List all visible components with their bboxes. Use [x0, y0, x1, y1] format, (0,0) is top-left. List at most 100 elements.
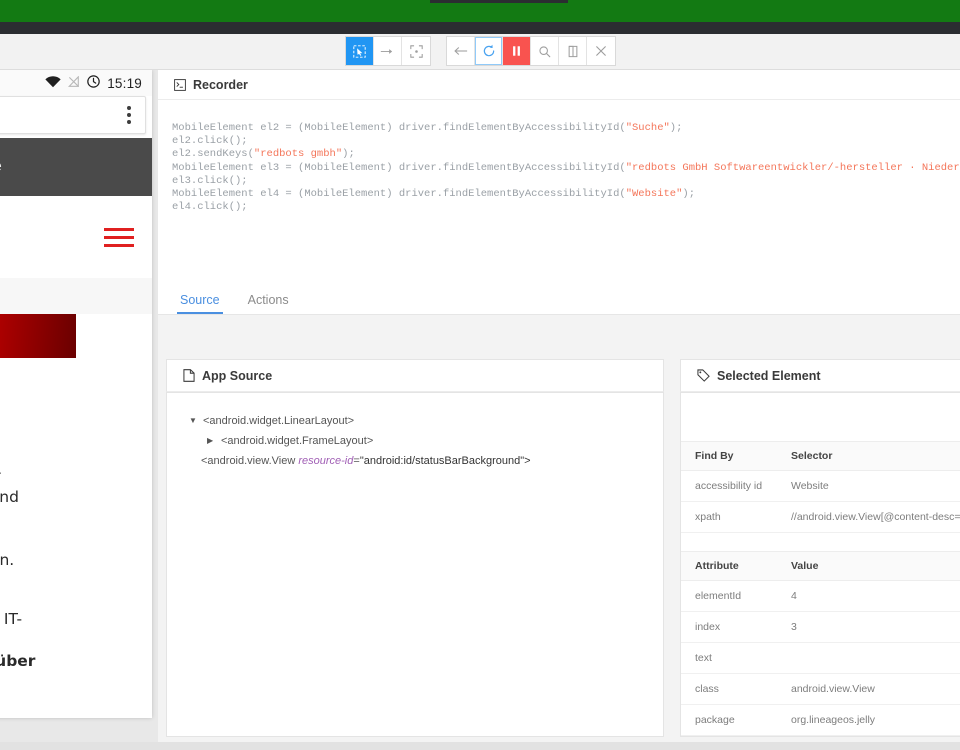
inspector-tabs: Source Actions — [158, 283, 960, 315]
device-viewport: 15:19 the codinge office@redbots.de bots… — [0, 70, 152, 718]
device-screen-mirror[interactable]: 15:19 the codinge office@redbots.de bots… — [0, 70, 158, 750]
element-action-buttons: Tap Send Keys Clear — [681, 393, 960, 441]
recorder-code-line: el3.click(); — [172, 174, 248, 187]
document-icon — [183, 369, 195, 382]
inspector-toolbar — [0, 34, 960, 70]
table-row[interactable]: accessibility id Website — [681, 470, 960, 502]
wifi-icon — [45, 75, 61, 91]
site-paragraph-2: n Bereichen Performancetests, IT- gen, E… — [0, 588, 152, 672]
cell-selector: //android.view.View[@content-desc="Websi… — [777, 501, 960, 533]
cell-value: android.view.View — [777, 673, 960, 705]
tree-node[interactable]: <android.view.View resource-id="android:… — [189, 451, 663, 471]
tree-node[interactable]: ▼ <android.widget.LinearLayout> — [189, 411, 663, 431]
source-tree[interactable]: ▼ <android.widget.LinearLayout> ▶ <andro… — [167, 393, 663, 471]
chevron-right-icon[interactable]: ▶ — [207, 431, 221, 451]
tree-node[interactable]: ▶ <android.widget.FrameLayout> — [189, 431, 663, 451]
chevron-down-icon[interactable]: ▼ — [189, 411, 203, 431]
recorder-code-line: MobileElement el3 = (MobileElement) driv… — [172, 161, 960, 174]
table-row[interactable]: elementId 4 — [681, 580, 960, 612]
site-paragraph-1: ple GmbH sind nternehmen der ngen in der… — [0, 467, 19, 569]
hero-banner-image — [0, 314, 76, 358]
selected-element-card: Tap Send Keys Clear Find By Selector — [680, 392, 960, 750]
inspector-area: Recorder MobileElement el2 = (MobileElem… — [158, 70, 960, 750]
table-row[interactable]: class android.view.View — [681, 673, 960, 705]
cell-selector: Website — [777, 470, 960, 502]
inspector-body: App Source ▼ <android.widget.LinearLayou… — [158, 315, 960, 750]
table-gap — [681, 533, 960, 551]
tab-actions[interactable]: Actions — [234, 293, 303, 314]
recorder-header: Recorder — [158, 70, 960, 100]
appium-inspector-window: 15:19 the codinge office@redbots.de bots… — [0, 0, 960, 750]
recorder-code-line: el2.sendKeys("redbots gmbh"); — [172, 148, 355, 161]
toolbar-select-group — [345, 36, 431, 66]
recorder-code: MobileElement el2 = (MobileElement) driv… — [158, 100, 960, 214]
signal-off-icon — [68, 74, 80, 91]
pause-icon[interactable] — [503, 37, 531, 65]
attribute-table-wrap: Attribute Value elementId 4 index 3 text clas… — [681, 551, 960, 750]
cell-attribute: index — [681, 611, 777, 643]
alarm-icon — [87, 75, 100, 91]
cell-value: org.lineageos.jelly — [777, 704, 960, 736]
cell-value: 4 — [777, 580, 960, 612]
cell-find-by: accessibility id — [681, 470, 777, 502]
select-element-icon[interactable] — [346, 37, 374, 65]
kebab-menu-icon[interactable] — [121, 102, 137, 128]
toolbar-session-group — [446, 36, 616, 66]
recorder-code-line: MobileElement el2 = (MobileElement) driv… — [172, 122, 683, 134]
table-header-row: Attribute Value — [681, 551, 960, 581]
table-row[interactable]: text — [681, 642, 960, 674]
selector-table: Find By Selector accessibility id Websit… — [681, 441, 960, 533]
tree-node-label: <android.widget.LinearLayout> — [203, 415, 355, 427]
browser-url-bar[interactable]: the codinge — [0, 96, 146, 134]
window-dark-strip — [0, 22, 960, 34]
tap-coordinates-icon[interactable] — [402, 37, 430, 65]
app-source-card: ▼ <android.widget.LinearLayout> ▶ <andro… — [166, 392, 664, 737]
status-bar-clock: 15:19 — [107, 75, 142, 91]
window-title-bar — [0, 0, 960, 22]
selector-table-wrap: Find By Selector accessibility id Websit… — [681, 441, 960, 533]
back-arrow-icon[interactable] — [447, 37, 475, 65]
column-find-by: Find By — [681, 441, 777, 471]
cell-attribute: text — [681, 642, 777, 674]
window-bottom-strip — [0, 742, 960, 750]
tag-icon — [697, 369, 710, 382]
recorder-code-line: MobileElement el4 = (MobileElement) driv… — [172, 188, 696, 201]
cell-attribute: elementId — [681, 580, 777, 612]
column-attribute: Attribute — [681, 551, 777, 581]
tree-node-label: <android.widget.FrameLayout> — [221, 435, 374, 447]
app-source-header: App Source — [166, 359, 664, 392]
hamburger-icon[interactable] — [104, 227, 134, 247]
table-row[interactable]: index 3 — [681, 611, 960, 643]
site-content: edbots ple GmbH sind nternehmen der ngen… — [0, 358, 152, 672]
selected-element-title: Selected Element — [717, 368, 821, 383]
attribute-table: Attribute Value elementId 4 index 3 text clas… — [681, 551, 960, 750]
selected-element-header: Selected Element — [680, 359, 960, 392]
table-header-row: Find By Selector — [681, 441, 960, 471]
contact-email: office@redbots.de — [0, 158, 2, 176]
column-selector: Selector — [777, 441, 960, 471]
refresh-icon[interactable] — [475, 37, 503, 65]
cell-value — [777, 642, 960, 674]
cell-find-by: xpath — [681, 501, 777, 533]
search-icon[interactable] — [531, 37, 559, 65]
recorder-code-line: el4.click(); — [172, 201, 248, 214]
recorder-title: Recorder — [193, 77, 248, 92]
table-row[interactable]: xpath //android.view.View[@content-desc=… — [681, 501, 960, 533]
cell-attribute: package — [681, 704, 777, 736]
android-status-bar: 15:19 — [0, 70, 152, 96]
site-paragraph-bold: Seit über — [0, 652, 36, 670]
column-value: Value — [777, 551, 960, 581]
swipe-icon[interactable] — [374, 37, 402, 65]
site-contact-bar: office@redbots.de — [0, 138, 152, 196]
cell-attribute: class — [681, 673, 777, 705]
close-icon[interactable] — [587, 37, 615, 65]
attribute-table-body: elementId 4 index 3 text class android.view.Vi… — [681, 580, 960, 750]
recorder-panel: Recorder MobileElement el2 = (MobileElem… — [158, 70, 960, 283]
recorder-code-line: el2.click(); — [172, 135, 248, 148]
table-row[interactable]: package org.lineageos.jelly — [681, 704, 960, 736]
copy-icon[interactable] — [559, 37, 587, 65]
tree-node-label: <android.view.View resource-id="android:… — [201, 455, 531, 467]
cell-value: 3 — [777, 611, 960, 643]
site-header: bots xperts — [0, 196, 152, 278]
tab-source[interactable]: Source — [166, 293, 234, 314]
